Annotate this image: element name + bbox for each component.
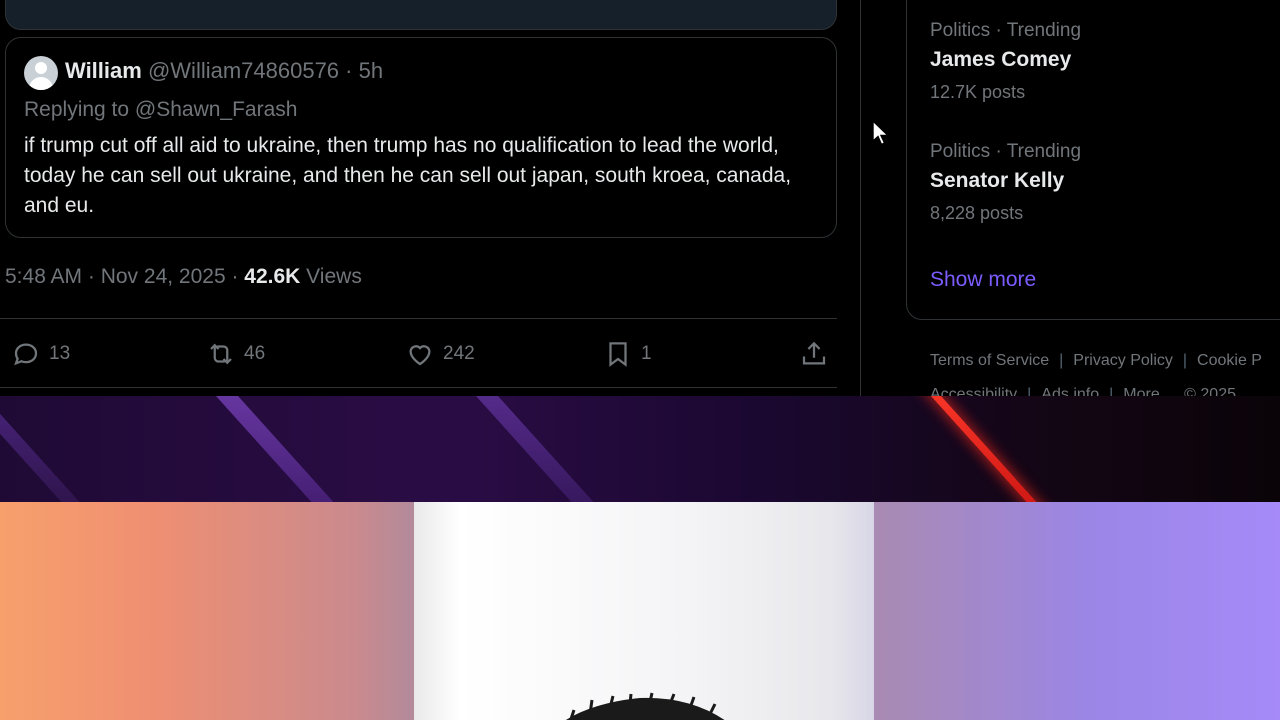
terms-link[interactable]: Terms of Service <box>930 352 1049 369</box>
previous-card <box>5 0 837 30</box>
divider <box>0 318 837 319</box>
heart-icon <box>409 345 431 366</box>
share-icon <box>802 341 826 365</box>
action-bar: 13 46 242 1 <box>0 330 837 378</box>
footer-links: Terms of Service | Privacy Policy | Cookie P <box>930 352 1262 369</box>
more-link[interactable]: More <box>1123 386 1159 396</box>
views-count: 42.6K <box>244 265 301 288</box>
banner-stripe <box>457 396 625 502</box>
ads-info-link[interactable]: Ads info <box>1041 386 1099 396</box>
bookmark-count: 1 <box>641 343 652 364</box>
trend-posts: 12.7K posts <box>930 82 1026 102</box>
privacy-link[interactable]: Privacy Policy <box>1073 352 1173 369</box>
hair-shape <box>566 692 725 720</box>
video-banner <box>0 396 1280 502</box>
reply-count: 13 <box>49 343 71 364</box>
mouse-cursor-icon <box>872 120 890 146</box>
timestamp[interactable]: 5:48 AM · Nov 24, 2025 · <box>5 265 244 288</box>
author-name[interactable]: William <box>65 58 142 83</box>
repost-icon <box>210 343 232 365</box>
trend-category: Politics · Trending <box>930 141 1082 162</box>
column-divider <box>860 0 861 396</box>
banner-stripe <box>197 396 365 502</box>
quoted-reply-card[interactable]: William @William74860576 · 5h Replying t… <box>5 37 837 238</box>
author-handle-time: @William74860576 · 5h <box>147 58 384 83</box>
reply-button[interactable]: 13 <box>11 337 70 371</box>
quote-header: William @William74860576 · 5h <box>65 58 383 84</box>
copyright: © 2025 <box>1184 386 1236 396</box>
footer-links: Accessibility | Ads info | More © 2025 <box>930 386 1236 396</box>
cookie-link[interactable]: Cookie P <box>1197 352 1262 369</box>
repost-count: 46 <box>244 343 266 364</box>
share-button[interactable] <box>799 337 829 371</box>
views-label: Views <box>300 265 362 288</box>
trend-category: Politics · Trending <box>930 20 1082 41</box>
reply-icon <box>14 343 38 366</box>
tweet-screenshot: William @William74860576 · 5h Replying t… <box>0 0 1280 396</box>
accessibility-link[interactable]: Accessibility <box>930 386 1017 396</box>
like-button[interactable]: 242 <box>405 337 475 371</box>
avatar[interactable] <box>24 56 58 90</box>
banner-red-stripe <box>912 396 1068 502</box>
white-backdrop <box>414 502 874 720</box>
divider <box>0 387 837 388</box>
show-more-link[interactable]: Show more <box>930 268 1036 292</box>
trend-posts: 8,228 posts <box>930 203 1024 223</box>
bookmark-icon <box>609 342 627 367</box>
quote-text: if trump cut off all aid to ukraine, the… <box>24 134 792 217</box>
replying-to: Replying to @Shawn_Farash <box>24 98 298 121</box>
tweet-meta: 5:48 AM · Nov 24, 2025 · 42.6K Views <box>5 265 362 289</box>
webcam-panel <box>0 502 1280 720</box>
trend-item-james-comey[interactable]: James Comey <box>930 48 1071 72</box>
trend-item-senator-kelly[interactable]: Senator Kelly <box>930 169 1064 193</box>
banner-stripe <box>0 396 111 502</box>
like-count: 242 <box>443 343 475 364</box>
repost-button[interactable]: 46 <box>206 337 265 371</box>
bookmark-button[interactable]: 1 <box>603 337 652 371</box>
